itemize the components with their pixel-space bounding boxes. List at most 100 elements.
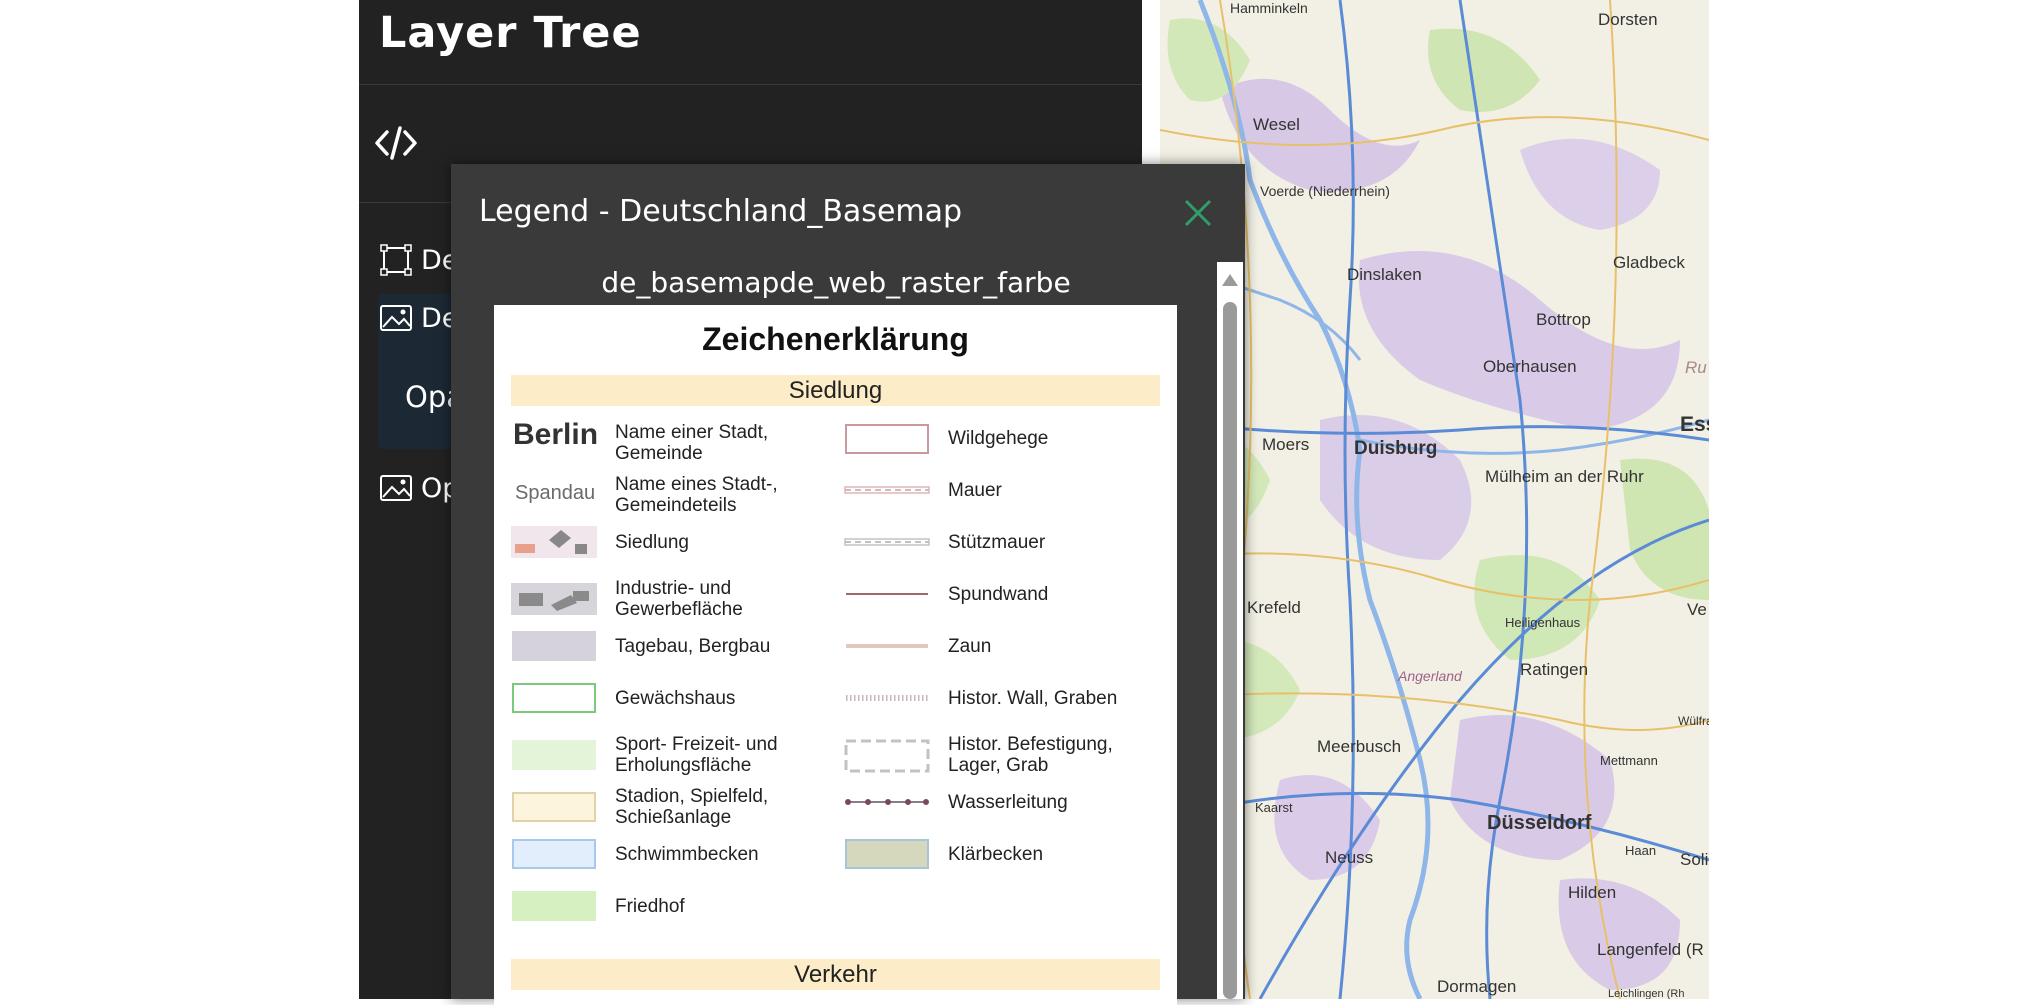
map-label: Moers <box>1262 435 1310 454</box>
legend-label: Histor. Befestigung, Lager, Grab <box>948 734 1113 776</box>
map-label: Duisburg <box>1354 438 1438 459</box>
legend-symbol <box>844 422 930 454</box>
layer-item-basemap[interactable]: De <box>379 296 458 340</box>
map-label: Hilden <box>1568 883 1617 902</box>
legend-symbol <box>844 578 930 610</box>
legend-dialog: Legend - Deutschland_Basemap de_basemapd… <box>451 164 1245 1005</box>
panel-divider <box>359 84 1142 85</box>
image-layer-icon <box>380 305 412 331</box>
legend-symbol <box>511 791 597 823</box>
legend-symbol <box>511 682 597 714</box>
legend-item: Berlin Name einer Stadt, Gemeinde <box>511 418 835 465</box>
map-label: Kaarst <box>1255 800 1293 815</box>
legend-item: Industrie- und Gewerbefläche <box>511 578 835 620</box>
map-label: Hamminkeln <box>1230 0 1308 16</box>
legend-symbol <box>844 474 930 506</box>
legend-symbol <box>511 630 597 662</box>
legend-heading: Zeichenerklärung <box>702 321 969 357</box>
legend-label: Histor. Wall, Graben <box>948 687 1118 709</box>
legend-label: Industrie- und Gewerbefläche <box>615 578 743 620</box>
map-label: Mettmann <box>1600 753 1658 768</box>
map-label: Haan <box>1625 843 1657 858</box>
legend-item: Wasserleitung <box>844 786 1168 818</box>
legend-label: Stadion, Spielfeld, Schießanlage <box>615 786 769 828</box>
legend-item: Friedhof <box>511 890 835 922</box>
legend-item: Stützmauer <box>844 526 1168 558</box>
map-label: Heiligenhaus <box>1505 615 1581 630</box>
map-label: Angerland <box>1398 668 1462 684</box>
legend-label: Tagebau, Bergbau <box>615 635 771 657</box>
map-label: Ve <box>1687 600 1707 619</box>
legend-symbol <box>844 682 930 714</box>
legend-label: Schwimmbecken <box>615 843 759 865</box>
legend-symbol <box>844 786 930 818</box>
legend-layer-name: de_basemapde_web_raster_farbe <box>601 266 1071 299</box>
map-label: Krefeld <box>1247 598 1301 617</box>
legend-symbol <box>844 526 930 558</box>
legend-symbol-text: Berlin <box>513 418 599 451</box>
code-icon <box>375 126 417 160</box>
map-label: Neuss <box>1325 848 1374 867</box>
map-label: Dinslaken <box>1347 265 1422 284</box>
map-label: Voerde (Niederrhein) <box>1260 183 1390 199</box>
code-view-button[interactable] <box>373 120 419 166</box>
legend-item: Wildgehege <box>844 422 1168 454</box>
legend-section-verkehr: Verkehr <box>511 959 1160 990</box>
legend-label: Gewächshaus <box>615 687 736 709</box>
legend-label: Name einer Stadt, Gemeinde <box>615 422 769 464</box>
legend-item: Gewächshaus <box>511 682 835 714</box>
map-label: Mülheim an der Ruhr <box>1485 467 1644 486</box>
map-label: Gladbeck <box>1613 253 1685 272</box>
legend-item: Klärbecken <box>844 838 1168 870</box>
legend-item: Mauer <box>844 474 1168 506</box>
legend-scrollbar-thumb[interactable] <box>1223 302 1237 999</box>
vector-layer-icon <box>380 244 412 276</box>
legend-item: Stadion, Spielfeld, Schießanlage <box>511 786 835 828</box>
legend-label: Name eines Stadt-, Gemeindeteils <box>615 474 778 516</box>
map-label: Dorsten <box>1598 10 1658 29</box>
close-icon <box>1184 199 1212 227</box>
legend-symbol <box>844 739 930 773</box>
legend-symbol <box>844 838 930 870</box>
map-label: Bottrop <box>1536 310 1591 329</box>
close-button[interactable] <box>1181 196 1215 230</box>
legend-section-siedlung: Siedlung <box>511 375 1160 406</box>
map-label: Leichlingen (Rh <box>1608 988 1685 999</box>
legend-label: Wasserleitung <box>948 791 1068 813</box>
legend-label: Mauer <box>948 479 1002 501</box>
legend-item: Histor. Wall, Graben <box>844 682 1168 714</box>
image-layer-icon <box>380 475 412 501</box>
scroll-up-icon[interactable] <box>1221 272 1239 288</box>
panel-title: Layer Tree <box>379 8 642 58</box>
legend-item: Schwimmbecken <box>511 838 835 870</box>
legend-symbol: Spandau <box>511 479 597 511</box>
legend-symbol <box>844 630 930 662</box>
map-label: Wesel <box>1253 115 1300 134</box>
layer-item-vector[interactable]: De <box>379 238 458 282</box>
layer-item-osm[interactable]: Op <box>379 466 459 510</box>
map-label: Langenfeld (R <box>1597 940 1704 959</box>
legend-label: Klärbecken <box>948 843 1044 865</box>
legend-symbol <box>511 890 597 922</box>
legend-image: Zeichenerklärung Siedlung Berlin Name ei… <box>494 305 1177 1005</box>
legend-item: Siedlung <box>511 526 835 558</box>
legend-item: Spandau Name eines Stadt-, Gemeindeteils <box>511 474 835 516</box>
legend-label: Sport- Freizeit- und Erholungsfläche <box>615 734 778 776</box>
legend-symbol-text: Spandau <box>515 482 596 504</box>
map-label: Ratingen <box>1520 660 1589 679</box>
legend-symbol <box>511 739 597 771</box>
legend-label: Wildgehege <box>948 427 1049 449</box>
legend-symbol <box>511 838 597 870</box>
map-label: Oberhausen <box>1483 357 1577 376</box>
legend-label: Stützmauer <box>948 531 1046 553</box>
legend-item: Spundwand <box>844 578 1168 610</box>
map-label: Wülfrath <box>1678 714 1709 728</box>
legend-symbol <box>511 583 597 615</box>
legend-label: Zaun <box>948 635 992 657</box>
map-label: Düsseldorf <box>1487 812 1592 834</box>
legend-label: Spundwand <box>948 583 1049 605</box>
legend-item: Sport- Freizeit- und Erholungsfläche <box>511 734 835 776</box>
map-label: Ess <box>1680 413 1709 436</box>
legend-item: Zaun <box>844 630 1168 662</box>
legend-label: Siedlung <box>615 531 689 553</box>
